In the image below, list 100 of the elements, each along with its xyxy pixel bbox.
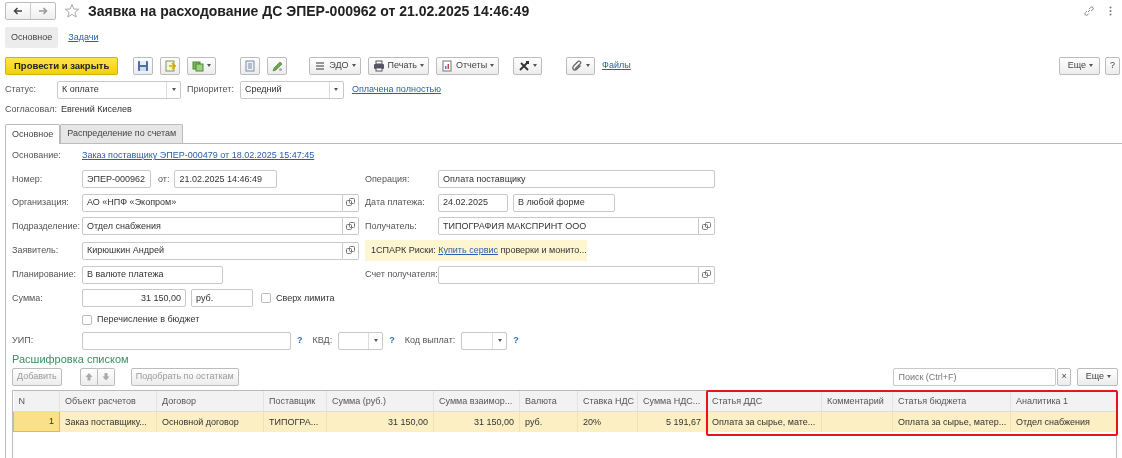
report-icon [441,59,453,72]
field-label: Операция: [365,173,411,185]
column-header[interactable]: Объект расчетов [59,390,157,412]
document-icon [164,59,177,72]
currency-field[interactable]: руб. [191,289,253,308]
help-link[interactable]: ? [297,335,303,347]
date-field[interactable]: 21.02.2025 14:46:49 [174,170,278,189]
checkbox-label: Сверх лимита [276,292,335,304]
field-label: Статус: [5,84,37,96]
list-icon [244,59,257,72]
amount-field[interactable]: 31 150,00 [82,289,186,308]
printer-icon [372,59,385,72]
column-header[interactable]: Валюта [519,390,578,412]
paperclip-icon [571,59,584,72]
open-icon [346,221,355,231]
files-link[interactable]: Файлы [602,60,631,72]
toolbar-button[interactable] [513,56,543,75]
post-and-close-button[interactable]: Провести и закрыть [5,56,119,75]
department-field[interactable]: Отдел снабжения [82,217,343,236]
applicant-field[interactable]: Кирюшкин Андрей [82,241,343,260]
status-select[interactable]: К оплате [57,80,181,99]
payment-form-field[interactable]: В любой форме [513,193,615,212]
toolbar-button[interactable]: Печать [367,56,429,75]
field-label: Подразделение: [12,220,82,232]
column-header[interactable]: Сумма (руб.) [326,390,434,412]
help-link[interactable]: ? [513,335,519,347]
operation-field[interactable]: Оплата поставщику [438,170,715,189]
open-icon [346,246,355,256]
open-icon [702,270,711,280]
field-label: КВД: [312,335,333,347]
field-label: Получатель: [365,220,418,232]
field-label: Сумма: [12,292,44,304]
number-field[interactable]: ЭПЕР-000962 [82,170,151,189]
open-button[interactable] [699,265,715,284]
star-icon[interactable] [64,3,80,19]
basis-link[interactable]: Заказ поставщику ЭПЕР-000479 от 18.02.2025 15:47:45 [82,150,315,161]
up-arrow-icon [84,372,93,382]
payout-code-select[interactable] [461,331,508,350]
field-label: Приоритет: [187,84,234,96]
field-label: Номер: [12,173,44,185]
toolbar-button[interactable]: ЭДО [309,56,361,75]
open-icon [702,221,711,231]
column-header[interactable]: Поставщик [263,390,327,412]
open-icon [346,198,355,208]
open-button[interactable] [343,217,359,236]
payment-status-link[interactable]: Оплачена полностью [351,84,441,96]
field-label: Код выплат: [404,335,456,347]
more-button[interactable]: Еще [1058,56,1100,75]
toolbar-button[interactable] [566,56,596,75]
column-header[interactable]: Сумма НДС... [637,390,707,412]
column-header[interactable]: Договор [156,390,264,412]
stack-icon [314,59,327,72]
payment-date-field[interactable]: 24.02.2025 [438,193,508,212]
section-title: Расшифровка списком [12,352,130,366]
window-title: Заявка на расходование ДС ЭПЕР-000962 от 21.02.2025 14:46:49 [88,2,530,20]
recipient-field[interactable]: ТИПОГРАФИЯ МАКСПРИНТ ООО [438,217,699,236]
more-button[interactable]: Еще [1076,367,1118,386]
table-cell: 1 [13,411,60,432]
checkbox[interactable] [261,293,271,304]
spark-notice: 1СПАРК Риски: Купить сервис проверки и монито... [365,240,587,261]
help-link[interactable]: ? [389,335,395,347]
open-button[interactable] [343,193,359,212]
approver-name: Евгений Киселев [60,103,132,115]
search-field[interactable]: Поиск (Ctrl+F) [893,367,1057,386]
organization-field[interactable]: АО «НПФ «Экопром» [82,193,343,212]
field-label: Дата платежа: [365,197,426,209]
forward-arrow-icon [38,7,48,15]
field-label: Счет получателя: [365,269,438,281]
toolbar-button[interactable]: Отчеты [436,56,500,75]
open-button[interactable] [343,241,359,260]
kvd-select[interactable] [338,331,384,350]
field-label: УИП: [12,335,35,347]
more-icon[interactable] [1109,6,1112,16]
field-label: Планирование: [12,269,77,281]
section-tab[interactable]: Задачи [62,27,105,48]
clear-button[interactable]: × [1057,367,1071,386]
open-button[interactable] [699,217,715,236]
down-arrow-icon [101,372,110,382]
field-label: Согласовал: [5,103,57,115]
checkbox-label: Перечисление в бюджет [97,314,200,325]
checkbox[interactable] [82,314,92,325]
recipient-account-field[interactable] [438,265,699,284]
selected-row[interactable]: 1 Заказ поставщику... Основной договор ТИПОГРА... 31 150,00 31 150,00 руб. 20% 5 191,67 Оплата за сырье, мате... Оплата за сырье, матер... Отдел снабжения [13,411,1117,432]
form-tab[interactable]: Распределение по счетам [60,123,184,143]
field-label: Заявитель: [12,245,60,256]
copy-icon [192,59,205,72]
form-tab[interactable]: Основное [5,123,61,144]
column-header[interactable]: Сумма взаимор... [433,390,520,412]
planning-field[interactable]: В валюте платежа [82,265,223,284]
buy-service-link[interactable]: Купить сервис [438,245,498,256]
section-tab[interactable]: Основное [5,27,59,48]
column-header[interactable]: Ставка НДС [577,390,638,412]
field-label: Основание: [12,150,62,161]
back-arrow-icon [13,7,23,15]
help-button[interactable]: ? [1105,56,1120,75]
pen-icon [271,59,284,72]
column-header[interactable]: N [13,390,60,412]
uip-field[interactable] [82,331,291,350]
priority-select[interactable]: Средний [239,80,344,99]
field-label: Организация: [12,197,70,209]
